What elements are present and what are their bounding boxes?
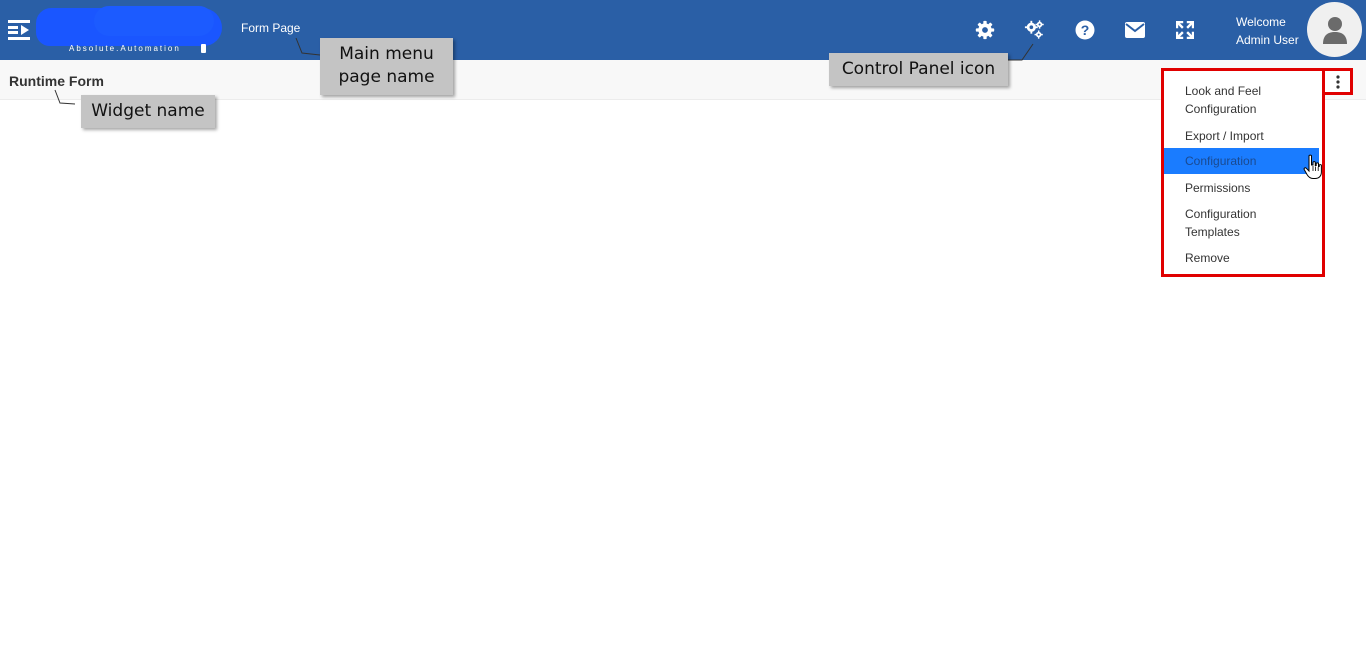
annotation-text: page name xyxy=(338,67,435,87)
menu-toggle-icon[interactable] xyxy=(8,19,32,41)
menu-item-remove[interactable]: Remove xyxy=(1164,249,1319,267)
user-avatar-icon[interactable] xyxy=(1307,2,1362,57)
mail-icon[interactable] xyxy=(1123,18,1147,42)
svg-text:?: ? xyxy=(1081,22,1090,38)
menu-item-label-line2: Templates xyxy=(1185,225,1240,239)
user-name: Admin User xyxy=(1236,33,1299,47)
menu-item-export-import[interactable]: Export / Import xyxy=(1164,127,1319,145)
menu-item-permissions[interactable]: Permissions xyxy=(1164,179,1319,197)
menu-item-label-line2: Configuration xyxy=(1185,102,1257,116)
help-question-icon[interactable]: ? xyxy=(1073,18,1097,42)
welcome-text: Welcome Admin User xyxy=(1236,13,1299,49)
menu-item-configuration-templates[interactable]: Configuration Templates xyxy=(1164,205,1319,241)
menu-item-label: Configuration xyxy=(1185,154,1257,168)
menu-item-look-and-feel[interactable]: Look and Feel Configuration xyxy=(1164,82,1319,118)
annotation-main-menu-page-name: Main menu page name xyxy=(320,38,453,95)
menu-item-label: Look and Feel xyxy=(1185,84,1262,98)
logo-mark-overlay xyxy=(94,6,214,36)
annotation-widget-name: Widget name xyxy=(81,95,215,128)
widget-menu-kebab-icon[interactable] xyxy=(1322,68,1353,95)
annotation-control-panel-icon: Control Panel icon xyxy=(829,53,1008,86)
menu-item-label: Export / Import xyxy=(1185,129,1264,143)
annotation-text: Main menu xyxy=(339,44,434,64)
annotation-text: Control Panel icon xyxy=(841,59,996,79)
top-navigation-bar: Absolute.Automation Form Page ? Welcome … xyxy=(0,0,1366,60)
annotation-text: Widget name xyxy=(91,101,205,121)
company-logo[interactable]: Absolute.Automation xyxy=(34,4,224,56)
widget-title: Runtime Form xyxy=(9,73,104,89)
control-panel-gears-icon[interactable] xyxy=(1023,18,1047,42)
menu-item-label: Configuration xyxy=(1185,207,1257,221)
logo-tag-accent xyxy=(201,44,206,53)
menu-item-label: Remove xyxy=(1185,251,1230,265)
main-menu-page-name[interactable]: Form Page xyxy=(241,21,300,35)
settings-gear-icon[interactable] xyxy=(973,18,997,42)
widget-options-dropdown: Look and Feel Configuration Export / Imp… xyxy=(1161,68,1325,277)
app-window: Absolute.Automation Form Page ? Welcome … xyxy=(0,0,1366,645)
welcome-label: Welcome xyxy=(1236,15,1286,29)
fullscreen-icon[interactable] xyxy=(1173,18,1197,42)
hand-pointer-cursor-icon xyxy=(1303,154,1323,180)
logo-tagline: Absolute.Automation xyxy=(69,44,181,53)
menu-item-label: Permissions xyxy=(1185,181,1251,195)
menu-item-configuration[interactable]: Configuration xyxy=(1164,148,1319,174)
